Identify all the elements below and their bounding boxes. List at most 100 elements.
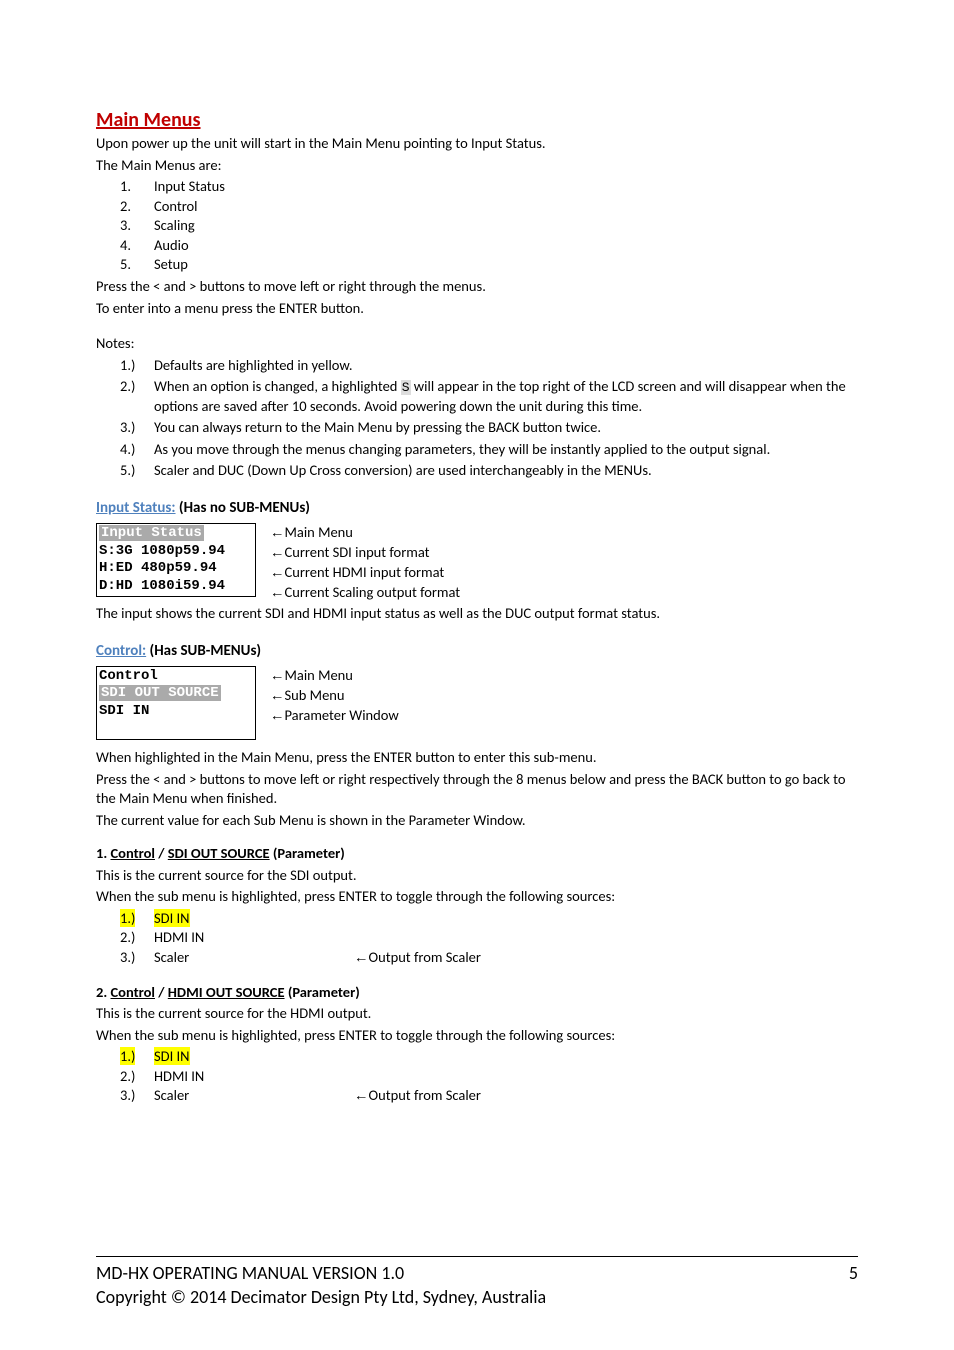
notes-list: 1.)Defaults are highlighted in yellow. 2…	[96, 356, 858, 481]
arrow-left-icon: ←	[270, 708, 285, 724]
note-text: As you move through the menus changing p…	[154, 440, 770, 458]
param2-desc-2: When the sub menu is highlighted, press …	[96, 1026, 858, 1046]
annotation-line: ←Current HDMI input format	[270, 563, 460, 583]
list-item: 5.)Scaler and DUC (Down Up Cross convers…	[154, 461, 858, 481]
option-marker: 2.)	[120, 1067, 135, 1087]
nav-instruction-2: To enter into a menu press the ENTER but…	[96, 299, 858, 319]
annotation-line: ←Main Menu	[270, 523, 460, 543]
note-text-part: When an option is changed, a highlighted	[154, 377, 401, 395]
param-head-post: (Parameter)	[270, 844, 345, 862]
param-head-u1: Control	[111, 844, 155, 862]
menu-item-label: Setup	[154, 255, 188, 273]
lcd-display: Input Status S:3G 1080p59.94 H:ED 480p59…	[96, 523, 256, 597]
page-footer: MD-HX OPERATING MANUAL VERSION 1.0 5 Cop…	[96, 1256, 858, 1308]
option-marker: 2.)	[120, 928, 135, 948]
menu-item-label: Scaling	[154, 216, 195, 234]
lcd-block-control: Control SDI OUT SOURCE SDI IN ←Main Menu…	[96, 666, 858, 740]
arrow-left-icon: ←	[270, 545, 285, 561]
param1-desc-2: When the sub menu is highlighted, press …	[96, 887, 858, 907]
list-item: 2.)HDMI IN	[154, 1067, 858, 1087]
option-text: HDMI IN	[154, 1067, 204, 1085]
intro-line-2: The Main Menus are:	[96, 156, 858, 176]
main-menu-list: 1.Input Status 2.Control 3.Scaling 4.Aud…	[96, 177, 858, 275]
param-head-sep: /	[155, 983, 168, 1001]
list-item: 3.) Scaler ←Output from Scaler	[154, 1086, 858, 1107]
annotation-line: ←Main Menu	[270, 666, 399, 686]
section-input-status-title: Input Status: (Has no SUB-MENUs)	[96, 499, 858, 517]
option-default: SDI IN	[154, 1047, 190, 1065]
section-control-title: Control: (Has SUB-MENUs)	[96, 642, 858, 660]
list-item: 2.Control	[154, 197, 858, 217]
arrow-left-icon: ←	[270, 565, 285, 581]
menu-item-label: Input Status	[154, 177, 225, 195]
list-item: 3.) Scaler ←Output from Scaler	[154, 948, 858, 969]
page-number: 5	[849, 1262, 858, 1284]
lcd-line-1: Input Status	[99, 525, 204, 541]
list-item: 3.)You can always return to the Main Men…	[154, 418, 858, 438]
list-item: 1.Input Status	[154, 177, 858, 197]
section-title-rest: (Has no SUB-MENUs)	[176, 499, 310, 517]
annotation-text: Output from Scaler	[369, 948, 481, 966]
arrow-left-icon: ←	[270, 585, 285, 601]
page: Main Menus Upon power up the unit will s…	[0, 0, 954, 1350]
control-para-1: When highlighted in the Main Menu, press…	[96, 748, 858, 768]
footer-divider	[96, 1256, 858, 1258]
input-status-note: The input shows the current SDI and HDMI…	[96, 604, 858, 624]
arrow-left-icon: ←	[354, 1088, 369, 1104]
arrow-left-icon: ←	[270, 688, 285, 704]
footer-title: MD-HX OPERATING MANUAL VERSION 1.0	[96, 1262, 404, 1284]
param-head-sep: /	[155, 844, 168, 862]
arrow-left-icon: ←	[270, 525, 285, 541]
option-annotation: ←Output from Scaler	[354, 948, 481, 969]
option-default: SDI IN	[154, 909, 190, 927]
list-item: 1.)SDI IN	[154, 1047, 858, 1067]
arrow-left-icon: ←	[354, 950, 369, 966]
option-text: HDMI IN	[154, 928, 204, 946]
control-para-2: Press the < and > buttons to move left o…	[96, 770, 858, 809]
param1-options: 1.) SDI IN 2.) HDMI IN 3.) Scaler ←Output …	[96, 909, 858, 969]
intro-line-1: Upon power up the unit will start in the…	[96, 134, 858, 154]
footer-copyright: Copyright © 2014 Decimator Design Pty Lt…	[96, 1286, 858, 1308]
annotation-text: Parameter Window	[285, 706, 399, 724]
option-marker: 3.)	[120, 948, 135, 968]
option-text: Scaler	[154, 948, 354, 969]
note-text: You can always return to the Main Menu b…	[154, 418, 601, 436]
option-marker: 1.)	[120, 909, 135, 927]
lcd-display: Control SDI OUT SOURCE SDI IN	[96, 666, 256, 740]
highlighted-s-icon: S	[401, 380, 411, 395]
option-annotation: ←Output from Scaler	[354, 1086, 481, 1107]
option-marker: 3.)	[120, 1086, 135, 1106]
annotation-text: Current SDI input format	[285, 543, 430, 561]
section-title-rest: (Has SUB-MENUs)	[146, 642, 261, 660]
param-head-u2: HDMI OUT SOURCE	[168, 983, 285, 1001]
param2-options: 1.)SDI IN 2.)HDMI IN 3.) Scaler ←Output …	[96, 1047, 858, 1107]
notes-header: Notes:	[96, 334, 858, 354]
note-text: Defaults are highlighted in yellow.	[154, 356, 352, 374]
lcd-line-3: SDI IN	[99, 703, 253, 721]
param2-heading: 2. Control / HDMI OUT SOURCE (Parameter)	[96, 983, 858, 1003]
note-text: When an option is changed, a highlighted…	[154, 377, 846, 415]
param-head-num: 2.	[96, 983, 111, 1001]
arrow-left-icon: ←	[270, 668, 285, 684]
lcd-line-1: Control	[99, 668, 253, 686]
annotation-line: ←Current Scaling output format	[270, 583, 460, 603]
param1-heading: 1. Control / SDI OUT SOURCE (Parameter)	[96, 844, 858, 864]
param-head-post: (Parameter)	[285, 983, 360, 1001]
list-item: 3.Scaling	[154, 216, 858, 236]
annotation-text: Main Menu	[285, 666, 353, 684]
annotation-line: ←Sub Menu	[270, 686, 399, 706]
option-text: Scaler	[154, 1086, 354, 1107]
lcd-annotations: ←Main Menu ←Current SDI input format ←Cu…	[270, 523, 460, 602]
annotation-text: Sub Menu	[285, 686, 345, 704]
param-head-u2: SDI OUT SOURCE	[168, 844, 270, 862]
annotation-line: ←Parameter Window	[270, 706, 399, 726]
main-title: Main Menus	[96, 108, 858, 132]
list-item: 1.)Defaults are highlighted in yellow.	[154, 356, 858, 376]
option-marker: 1.)	[120, 1047, 135, 1065]
annotation-text: Current HDMI input format	[285, 563, 445, 581]
list-item: 5.Setup	[154, 255, 858, 275]
nav-instruction-1: Press the < and > buttons to move left o…	[96, 277, 858, 297]
annotation-text: Main Menu	[285, 523, 353, 541]
menu-item-label: Audio	[154, 236, 189, 254]
list-item: 4.Audio	[154, 236, 858, 256]
